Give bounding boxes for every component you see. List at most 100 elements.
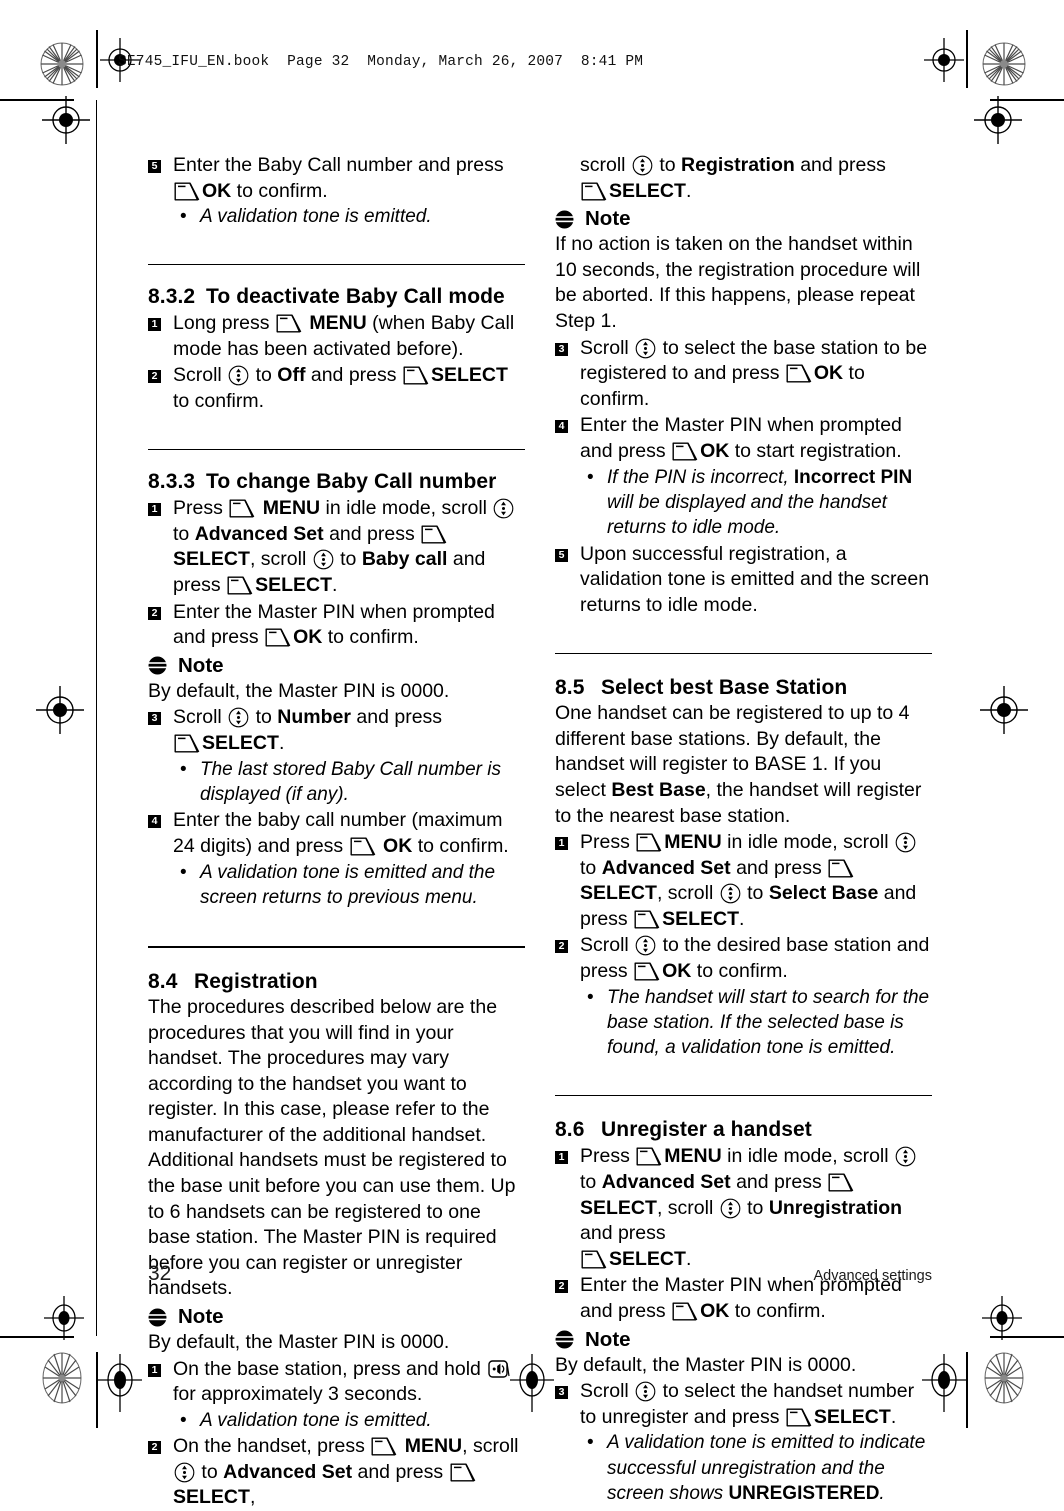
heading-8-5: 8.5 Select best Base Station xyxy=(555,674,932,701)
step-text-part: Scroll xyxy=(580,1380,635,1403)
bullet-dot: • xyxy=(587,986,594,1008)
menu-option: Baby call xyxy=(361,548,448,571)
step-text: Scroll to select the handset number to u… xyxy=(580,1379,932,1430)
note-icon xyxy=(148,1308,167,1327)
softkey-label: OK xyxy=(700,439,730,462)
step-text-part: . xyxy=(890,1405,897,1428)
softkey-label: OK xyxy=(293,626,323,649)
step-text: Enter the baby call number (maximum 24 d… xyxy=(173,808,525,859)
softkey-icon xyxy=(634,910,660,929)
heading-title: To change Baby Call number xyxy=(206,470,497,494)
softkey-icon xyxy=(581,182,607,201)
step-item: 1 Press MENU in idle mode, scroll to Adv… xyxy=(148,496,525,598)
softkey-label: SELECT xyxy=(662,907,740,930)
step-text: Press MENU in idle mode, scroll to Advan… xyxy=(173,496,525,598)
page-content: 5 Enter the Baby Call number and press O… xyxy=(0,0,1064,1508)
step-text-part: . xyxy=(278,731,285,754)
softkey-icon xyxy=(450,1463,475,1482)
step-item: 1 Press MENU in idle mode, scroll to Adv… xyxy=(555,1144,932,1272)
step-number: 1 xyxy=(148,1363,161,1377)
note-icon xyxy=(555,210,574,229)
step-text-part: and press xyxy=(305,364,402,387)
step-number: 1 xyxy=(555,1151,568,1165)
menu-option: Number xyxy=(277,706,351,729)
heading-number: 8.3.2 xyxy=(148,285,196,309)
step-text: Scroll to Off and press SELECT to confir… xyxy=(173,363,525,414)
step-item: 2 Enter the Master PIN when prompted and… xyxy=(148,600,525,651)
step-text-part: . xyxy=(685,179,692,202)
note-text: By default, the Master PIN is 0000. xyxy=(148,1331,450,1354)
step-item: 2 Scroll to the desired base station and… xyxy=(555,933,932,984)
scroll-updown-icon xyxy=(313,549,334,570)
heading-number: 8.4 xyxy=(148,969,178,993)
menu-option: Advanced Set xyxy=(194,522,324,545)
step-text-part: in idle mode, scroll xyxy=(721,1145,895,1168)
bullet-item: • The last stored Baby Call number is di… xyxy=(148,757,525,808)
step-item: 4 Enter the baby call number (maximum 24… xyxy=(148,808,525,859)
bullet-item: • A validation tone is emitted. xyxy=(148,204,525,229)
softkey-icon xyxy=(174,182,200,201)
step-text-part: to xyxy=(196,1460,224,1483)
softkey-label: SELECT xyxy=(813,1405,891,1428)
step-text-part: Press xyxy=(580,831,636,854)
note-text: By default, the Master PIN is 0000. xyxy=(148,679,450,702)
bullet-text: A validation tone is emitted. xyxy=(200,206,432,228)
step-number: 1 xyxy=(555,837,568,851)
scroll-updown-icon xyxy=(895,832,916,853)
bullet-item: • A validation tone is emitted to indica… xyxy=(555,1430,932,1506)
scroll-updown-icon xyxy=(228,366,249,386)
softkey-label: MENU xyxy=(404,1435,463,1458)
screen-message: UNREGISTERED xyxy=(728,1483,880,1505)
step-text-part: and press xyxy=(580,1222,666,1245)
heading-title: Registration xyxy=(194,969,318,993)
softkey-label: OK xyxy=(202,179,232,202)
softkey-icon xyxy=(828,1173,854,1192)
softkey-label: OK xyxy=(662,960,692,983)
menu-option: Advanced Set xyxy=(601,1171,731,1194)
softkey-label: MENU xyxy=(664,1145,722,1168)
softkey-label: SELECT xyxy=(173,1486,250,1509)
menu-option: Advanced Set xyxy=(223,1460,353,1483)
heading-number: 8.3.3 xyxy=(148,470,196,494)
bullet-dot: • xyxy=(587,1432,594,1454)
note-block: Note xyxy=(555,1327,932,1353)
step-text-part: to confirm. xyxy=(412,834,509,857)
menu-option: Best Base xyxy=(611,778,706,801)
section-paragraph: One handset can be registered to up to 4… xyxy=(555,701,932,829)
softkey-icon xyxy=(350,837,375,856)
bullet-dot: • xyxy=(180,1409,187,1431)
heading-title: Unregister a handset xyxy=(601,1118,812,1142)
step-text: Press MENU in idle mode, scroll to Advan… xyxy=(580,830,932,932)
bullet-text: A validation tone is emitted and the scr… xyxy=(200,861,496,908)
step-text-part: On the base station, press and hold xyxy=(173,1357,487,1380)
scroll-updown-icon xyxy=(228,707,249,728)
bullet-text: A validation tone is emitted. xyxy=(200,1409,432,1431)
bullet-text: The handset will start to search for the… xyxy=(607,986,930,1059)
note-label: Note xyxy=(178,1305,224,1329)
softkey-label: SELECT xyxy=(255,573,333,596)
scroll-updown-icon xyxy=(494,498,514,519)
softkey-icon xyxy=(636,1147,662,1166)
step-text: Scroll to the desired base station and p… xyxy=(580,933,932,984)
step-text-part: to xyxy=(250,706,278,729)
step-item: 4 Enter the Master PIN when prompted and… xyxy=(555,413,932,464)
softkey-label: MENU xyxy=(664,831,722,854)
softkey-label: SELECT xyxy=(173,548,250,571)
step-number: 2 xyxy=(148,370,161,384)
screen-message: Incorrect PIN xyxy=(793,466,913,488)
step-number: 2 xyxy=(555,940,568,954)
softkey-icon xyxy=(371,1437,397,1456)
bullet-text-part: will be displayed and the handset return… xyxy=(607,491,887,539)
step-text: Scroll to select the base station to be … xyxy=(580,336,932,413)
step-text-part: to xyxy=(653,154,682,176)
step-text-part: and press xyxy=(352,1460,449,1483)
step-text-part: Press xyxy=(580,1145,636,1168)
softkey-label: SELECT xyxy=(580,882,657,905)
note-text: By default, the Master PIN is 0000. xyxy=(555,1353,857,1376)
scroll-updown-icon xyxy=(174,1462,195,1483)
step-text-part: for approximately 3 seconds. xyxy=(173,1383,423,1406)
step-text-part: to confirm. xyxy=(322,626,419,649)
step-number: 4 xyxy=(148,815,161,829)
step-item: 5 Upon successful registration, a valida… xyxy=(555,542,932,619)
step-number: 1 xyxy=(148,318,161,332)
